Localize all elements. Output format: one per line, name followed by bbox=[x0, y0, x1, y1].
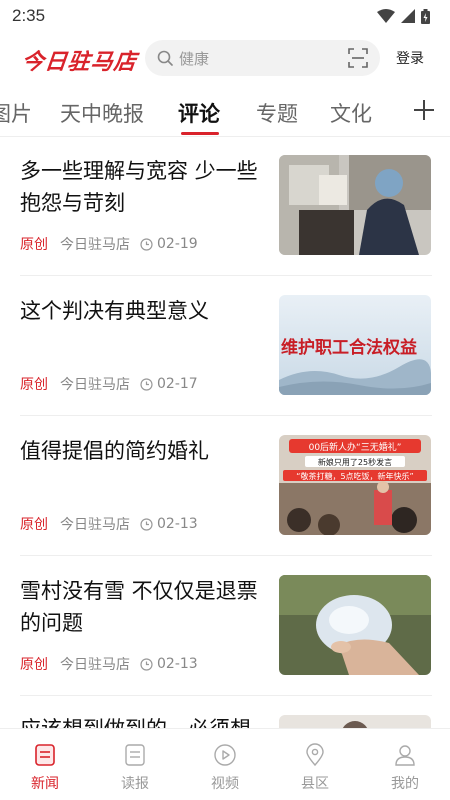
article-title: 这个判决有典型意义 bbox=[20, 299, 209, 323]
clock-icon bbox=[140, 657, 153, 671]
article-item[interactable]: 值得提倡的简约婚礼 原创 今日驻马店 02-13 00后新人办“三无婚礼” 新娘… bbox=[0, 435, 450, 575]
tab-topics[interactable]: 专题 bbox=[256, 98, 298, 128]
nav-label: 我的 bbox=[391, 776, 419, 792]
nav-label: 新闻 bbox=[31, 776, 59, 792]
article-source: 今日驻马店 bbox=[60, 377, 130, 393]
tab-active-indicator bbox=[181, 132, 219, 135]
row-divider bbox=[20, 415, 432, 416]
article-title: 应该想到做到的，必须想 bbox=[20, 715, 265, 728]
article-thumbnail bbox=[279, 715, 431, 728]
nav-label: 县区 bbox=[301, 776, 329, 792]
status-icons bbox=[377, 8, 438, 24]
clock-icon bbox=[140, 237, 153, 251]
app-header: 今日驻马店 健康 登录 bbox=[0, 38, 450, 78]
nav-profile[interactable]: 我的 bbox=[360, 729, 450, 800]
article-meta: 原创 今日驻马店 02-13 bbox=[20, 654, 198, 674]
wifi-icon bbox=[377, 9, 395, 23]
nav-news[interactable]: 新闻 bbox=[0, 729, 90, 800]
article-title: 值得提倡的简约婚礼 bbox=[20, 439, 209, 463]
login-button[interactable]: 登录 bbox=[396, 48, 424, 68]
article-thumbnail bbox=[279, 575, 431, 675]
nav-video[interactable]: 视频 bbox=[180, 729, 270, 800]
article-item[interactable]: 应该想到做到的，必须想 bbox=[0, 715, 450, 728]
nav-county[interactable]: 县区 bbox=[270, 729, 360, 800]
article-thumbnail bbox=[279, 155, 431, 255]
thumbnail-caption-2: 新娘只用了25秒发言 bbox=[318, 457, 392, 467]
clock-icon bbox=[140, 517, 153, 531]
search-placeholder: 健康 bbox=[179, 49, 210, 68]
thumbnail-caption-1: 00后新人办“三无婚礼” bbox=[309, 441, 402, 453]
nav-label: 读报 bbox=[121, 776, 149, 792]
original-badge: 原创 bbox=[20, 237, 48, 253]
tab-culture[interactable]: 文化 bbox=[330, 98, 372, 128]
article-source: 今日驻马店 bbox=[60, 517, 130, 533]
original-badge: 原创 bbox=[20, 377, 48, 393]
article-meta: 原创 今日驻马店 02-19 bbox=[20, 234, 198, 254]
tabs-divider bbox=[0, 136, 450, 137]
signal-icon bbox=[401, 9, 415, 23]
article-date: 02-13 bbox=[157, 656, 198, 672]
article-source: 今日驻马店 bbox=[60, 237, 130, 253]
article-date: 02-19 bbox=[157, 236, 198, 252]
clock-icon bbox=[140, 377, 153, 391]
article-title: 雪村没有雪 不仅仅是退票的问题 bbox=[20, 579, 258, 635]
battery-icon bbox=[421, 8, 430, 24]
profile-icon bbox=[395, 745, 415, 766]
article-item[interactable]: 雪村没有雪 不仅仅是退票的问题 原创 今日驻马店 02-13 bbox=[0, 575, 450, 715]
article-title: 多一些理解与宽容 少一些抱怨与苛刻 bbox=[20, 159, 258, 215]
row-divider bbox=[20, 275, 432, 276]
original-badge: 原创 bbox=[20, 517, 48, 533]
article-date: 02-13 bbox=[157, 516, 198, 532]
app-logo[interactable]: 今日驻马店 bbox=[20, 44, 138, 76]
nav-label: 视频 bbox=[211, 776, 239, 792]
news-icon bbox=[35, 744, 55, 766]
thumbnail-caption-3: “敬茶打糖，5点吃饭，新年快乐” bbox=[296, 471, 413, 481]
channel-tabs: 图片 天中晚报 评论 专题 文化 bbox=[0, 92, 450, 136]
original-badge: 原创 bbox=[20, 657, 48, 673]
location-icon bbox=[306, 743, 324, 767]
tab-pictures[interactable]: 图片 bbox=[0, 98, 32, 128]
tab-tianzhong-evening[interactable]: 天中晚报 bbox=[60, 98, 144, 128]
article-source: 今日驻马店 bbox=[60, 657, 130, 673]
status-time: 2:35 bbox=[12, 6, 46, 25]
article-thumbnail: 维护职工合法权益 bbox=[279, 295, 431, 395]
article-meta: 原创 今日驻马店 02-17 bbox=[20, 374, 198, 394]
add-channel-icon[interactable] bbox=[410, 92, 438, 128]
article-item[interactable]: 这个判决有典型意义 原创 今日驻马店 02-17 维护职工合法权益 bbox=[0, 295, 450, 435]
tab-commentary[interactable]: 评论 bbox=[178, 98, 220, 128]
search-icon bbox=[157, 50, 173, 66]
search-bar[interactable]: 健康 bbox=[145, 40, 380, 76]
row-divider bbox=[20, 695, 432, 696]
article-meta: 原创 今日驻马店 02-13 bbox=[20, 514, 198, 534]
scan-icon[interactable] bbox=[348, 48, 368, 68]
article-thumbnail: 00后新人办“三无婚礼” 新娘只用了25秒发言 “敬茶打糖，5点吃饭，新年快乐” bbox=[279, 435, 431, 535]
thumbnail-caption: 维护职工合法权益 bbox=[281, 337, 417, 358]
article-date: 02-17 bbox=[157, 376, 198, 392]
status-bar: 2:35 bbox=[0, 0, 450, 32]
bottom-navigation: 新闻 读报 视频 县区 我的 bbox=[0, 728, 450, 800]
newspaper-icon bbox=[125, 744, 145, 766]
video-icon bbox=[214, 744, 236, 766]
row-divider bbox=[20, 555, 432, 556]
nav-newspaper[interactable]: 读报 bbox=[90, 729, 180, 800]
article-item[interactable]: 多一些理解与宽容 少一些抱怨与苛刻 原创 今日驻马店 02-19 bbox=[0, 155, 450, 295]
